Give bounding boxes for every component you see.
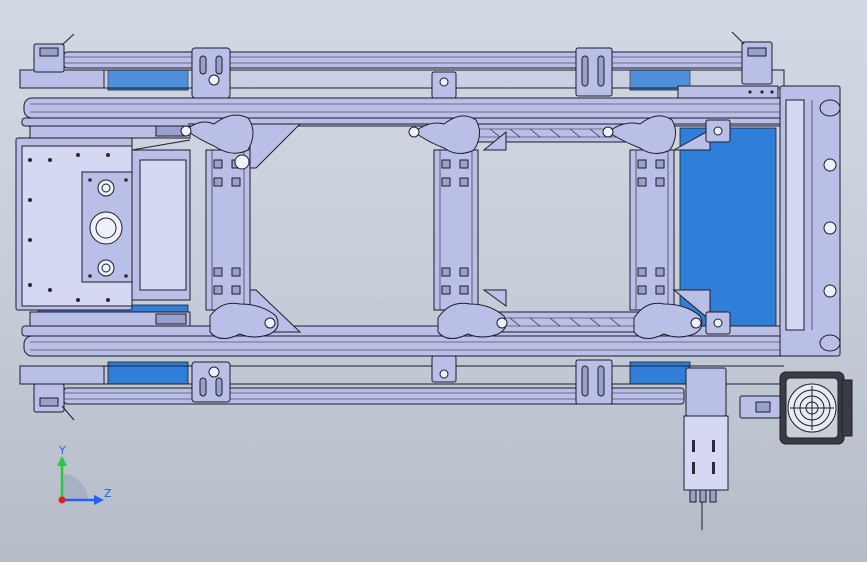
coordinate-triad: Y Z: [57, 444, 112, 505]
pivot-arm-bottom-middle: [437, 302, 508, 339]
y-axis-label: Y: [58, 444, 66, 457]
top-outer-rail: [19, 51, 785, 89]
conveyor-assembly-drawing: .p{fill:#b9bfe6;stroke:#1e1e2a;stroke-wi…: [15, 31, 853, 530]
x-axis-dot: [58, 496, 66, 504]
right-end-roller: [779, 85, 841, 357]
drive-motor: [739, 371, 853, 445]
left-gearbox: [15, 137, 191, 311]
cad-viewport[interactable]: .p{fill:#b9bfe6;stroke:#1e1e2a;stroke-wi…: [0, 0, 867, 562]
z-axis-label: Z: [104, 487, 112, 500]
pneumatic-cylinder: [683, 367, 729, 530]
